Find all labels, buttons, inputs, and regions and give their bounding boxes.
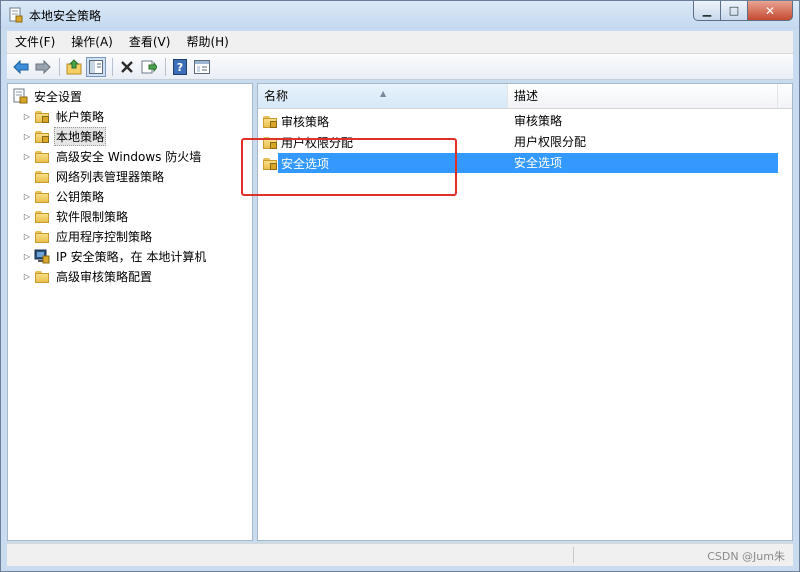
local-security-policy-icon xyxy=(9,7,23,23)
tree-root-label: 安全设置 xyxy=(34,89,83,104)
toolbar-separator xyxy=(112,57,113,76)
folder-icon xyxy=(34,268,50,284)
expand-arrow-icon[interactable]: ▷ xyxy=(20,152,34,161)
properties-button[interactable] xyxy=(192,57,212,77)
maximize-icon: □ xyxy=(728,4,740,17)
expand-arrow-icon[interactable]: ▷ xyxy=(20,212,34,221)
lock-icon xyxy=(42,116,49,123)
tree-item-label: 高级安全 Windows 防火墙 xyxy=(56,149,202,164)
column-description-label: 描述 xyxy=(514,89,539,103)
console-tree[interactable]: 安全设置 ▷ 帐户策略 ▷ 本地策略 ▷ 高级安全 Windows 防火墙 网络列表管理器策… xyxy=(7,83,253,541)
menu-bar: 文件(F) 操作(A) 查看(V) 帮助(H) xyxy=(7,31,793,54)
export-list-icon xyxy=(141,60,157,73)
folder-icon xyxy=(34,208,50,224)
show-hide-console-tree-button[interactable] xyxy=(86,56,106,77)
toolbar-separator xyxy=(165,57,166,76)
minimize-icon: ▁ xyxy=(702,4,712,17)
expand-arrow-icon[interactable]: ▷ xyxy=(20,252,34,261)
help-button[interactable]: ? xyxy=(170,57,190,77)
column-name-label: 名称 xyxy=(264,89,289,103)
list-cell-name: 审核策略 xyxy=(262,111,329,131)
back-button[interactable] xyxy=(11,57,31,77)
menu-action[interactable]: 操作(A) xyxy=(63,32,121,52)
window: 本地安全策略 ▁ □ ✕ 文件(F) 操作(A) 查看(V) 帮助(H) ? 安… xyxy=(0,0,800,572)
menu-file[interactable]: 文件(F) xyxy=(7,32,63,52)
tree-item-label: 网络列表管理器策略 xyxy=(56,169,165,184)
status-separator xyxy=(573,547,574,563)
folder-icon xyxy=(34,168,50,184)
list-cell-description: 用户权限分配 xyxy=(514,135,587,149)
watermark-text: CSDN @Jum朱 xyxy=(707,550,785,563)
folder-icon xyxy=(34,188,50,204)
lock-icon xyxy=(270,142,277,149)
tree-item-label: 公钥策略 xyxy=(56,189,105,204)
delete-x-icon xyxy=(121,60,133,73)
expand-arrow-icon[interactable]: ▷ xyxy=(20,112,34,121)
security-settings-icon xyxy=(13,88,28,104)
forward-arrow-icon xyxy=(35,59,51,74)
list-cell-description: 安全选项 xyxy=(514,156,563,170)
caption-buttons: ▁ □ ✕ xyxy=(693,1,793,21)
menu-view[interactable]: 查看(V) xyxy=(121,32,179,52)
tree-item-label: 应用程序控制策略 xyxy=(56,229,153,244)
expand-arrow-icon[interactable]: ▷ xyxy=(20,132,34,141)
tree-root[interactable]: 安全设置 xyxy=(12,86,84,106)
properties-icon xyxy=(194,59,210,74)
tree-item[interactable]: ▷ IP 安全策略，在 本地计算机 xyxy=(20,246,208,266)
lock-icon xyxy=(270,163,277,170)
expand-arrow-icon[interactable]: ▷ xyxy=(20,192,34,201)
close-button[interactable]: ✕ xyxy=(748,1,793,21)
up-folder-icon xyxy=(66,58,82,74)
list-item-name: 审核策略 xyxy=(281,114,330,129)
expand-arrow-icon[interactable]: ▷ xyxy=(20,272,34,281)
list-cell-description: 审核策略 xyxy=(514,114,563,128)
up-one-level-button[interactable] xyxy=(64,57,84,77)
help-icon: ? xyxy=(173,58,187,75)
list-row[interactable]: 审核策略 审核策略 xyxy=(258,111,778,131)
forward-button[interactable] xyxy=(33,57,53,77)
menu-help[interactable]: 帮助(H) xyxy=(178,32,236,52)
column-header-name[interactable]: 名称 ▲ xyxy=(258,84,508,108)
svg-text:?: ? xyxy=(177,61,183,74)
lock-icon xyxy=(270,121,277,128)
minimize-button[interactable]: ▁ xyxy=(693,1,721,21)
lock-icon xyxy=(42,136,49,143)
delete-button[interactable] xyxy=(117,57,137,77)
status-bar: CSDN @Jum朱 xyxy=(7,543,793,566)
lock-folder-icon xyxy=(262,113,278,129)
tree-item-label: 帐户策略 xyxy=(56,109,105,124)
sort-ascending-icon: ▲ xyxy=(380,89,387,98)
ip-security-icon xyxy=(34,248,50,264)
column-header-description[interactable]: 描述 xyxy=(508,84,778,108)
tree-item[interactable]: 网络列表管理器策略 xyxy=(20,166,166,186)
tree-item[interactable]: ▷ 公钥策略 xyxy=(20,186,106,206)
lock-folder-icon xyxy=(34,108,50,124)
tree-item[interactable]: ▷ 软件限制策略 xyxy=(20,206,130,226)
back-arrow-icon xyxy=(13,59,29,74)
tree-item[interactable]: ▷ 应用程序控制策略 xyxy=(20,226,154,246)
maximize-button[interactable]: □ xyxy=(721,1,748,21)
tree-item-label: 本地策略 xyxy=(54,126,107,146)
tree-item[interactable]: ▷ 帐户策略 xyxy=(20,106,106,126)
close-icon: ✕ xyxy=(764,3,776,18)
folder-icon xyxy=(34,228,50,244)
window-title: 本地安全策略 xyxy=(29,9,102,23)
list-header: 名称 ▲ 描述 xyxy=(258,84,792,109)
title-bar[interactable]: 本地安全策略 ▁ □ ✕ xyxy=(1,1,799,29)
tree-item-label: IP 安全策略，在 本地计算机 xyxy=(56,249,207,264)
tree-item-label: 高级审核策略配置 xyxy=(56,269,153,284)
show-hide-tree-icon xyxy=(89,59,103,74)
lock-folder-icon xyxy=(34,128,50,144)
tree-item[interactable]: ▷ 本地策略 xyxy=(20,126,107,146)
tree-item[interactable]: ▷ 高级安全 Windows 防火墙 xyxy=(20,146,203,166)
tree-item[interactable]: ▷ 高级审核策略配置 xyxy=(20,266,154,286)
expand-arrow-icon[interactable]: ▷ xyxy=(20,232,34,241)
toolbar: ? xyxy=(7,54,793,80)
folder-icon xyxy=(34,148,50,164)
tree-item-label: 软件限制策略 xyxy=(56,209,129,224)
export-list-button[interactable] xyxy=(139,57,159,77)
toolbar-separator xyxy=(59,57,60,76)
